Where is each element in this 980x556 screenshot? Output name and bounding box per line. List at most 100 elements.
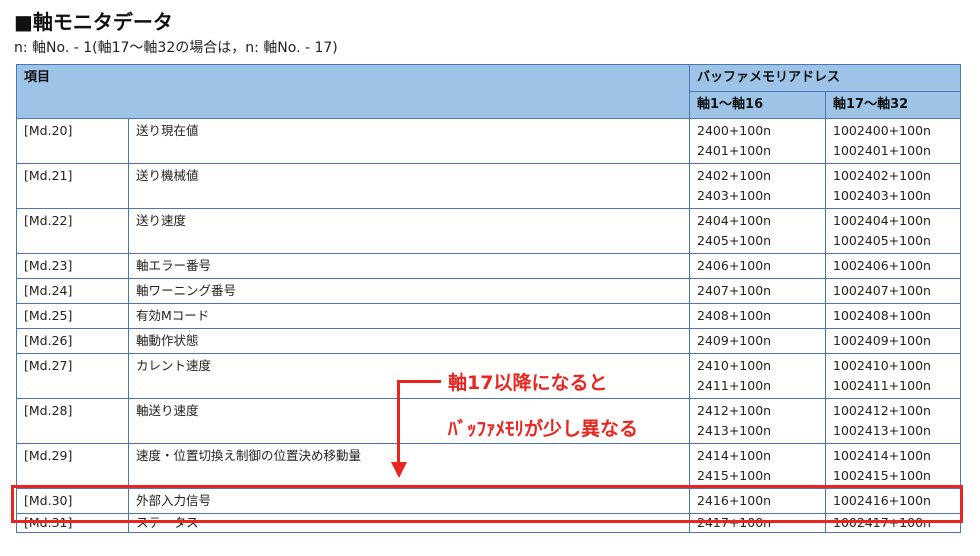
address-line: 2400+100n bbox=[697, 123, 772, 138]
row-name: 送り速度 bbox=[127, 208, 691, 254]
row-address-axis-17-32: 1002416+100n bbox=[825, 488, 962, 514]
address-line: 1002411+100n bbox=[833, 378, 931, 393]
header-axis-1-16: 軸1〜軸16 bbox=[689, 91, 827, 119]
address-line: 2416+100n bbox=[697, 493, 772, 508]
address-line: 2407+100n bbox=[697, 283, 772, 298]
row-name: 軸エラー番号 bbox=[127, 253, 691, 279]
address-line: 2413+100n bbox=[697, 423, 772, 438]
row-address-axis-17-32: 1002406+100n bbox=[825, 253, 962, 279]
page-subtitle: n: 軸No. - 1(軸17〜軸32の場合は，n: 軸No. - 17) bbox=[14, 40, 338, 56]
row-address-axis-17-32: 1002404+100n 1002405+100n bbox=[825, 208, 962, 254]
row-name: 送り機械値 bbox=[127, 163, 691, 209]
address-line: 1002405+100n bbox=[833, 233, 931, 248]
address-line: 1002402+100n bbox=[833, 168, 931, 183]
header-buffer-memory: バッファメモリアドレス bbox=[689, 64, 962, 92]
address-line: 2409+100n bbox=[697, 333, 772, 348]
table-row: [Md.24] 軸ワーニング番号 2407+100n 1002407+100n bbox=[16, 278, 962, 304]
row-code: [Md.21] bbox=[16, 163, 129, 209]
table-row: [Md.29] 速度・位置切換え制御の位置決め移動量 2414+100n 2415+1… bbox=[16, 443, 962, 489]
row-address-axis-1-16: 2414+100n 2415+100n bbox=[689, 443, 827, 489]
row-address-axis-1-16: 2416+100n bbox=[689, 488, 827, 514]
axis-monitor-table: 項目 バッファメモリアドレス 軸1〜軸16 軸17〜軸32 [Md.20] 送り現… bbox=[15, 64, 962, 533]
row-code: [Md.24] bbox=[16, 278, 129, 304]
row-name: 軸ワーニング番号 bbox=[127, 278, 691, 304]
row-address-axis-17-32: 1002409+100n bbox=[825, 328, 962, 354]
row-address-axis-1-16: 2409+100n bbox=[689, 328, 827, 354]
address-line: 2417+100n bbox=[697, 515, 772, 530]
annotation-line-2: ﾊﾞｯﾌｧﾒﾓﾘが少し異なる bbox=[448, 418, 639, 440]
row-address-axis-17-32: 1002408+100n bbox=[825, 303, 962, 329]
row-code: [Md.25] bbox=[16, 303, 129, 329]
address-line: 1002414+100n bbox=[833, 448, 931, 463]
row-code: [Md.26] bbox=[16, 328, 129, 354]
address-line: 1002413+100n bbox=[833, 423, 931, 438]
row-address-axis-1-16: 2406+100n bbox=[689, 253, 827, 279]
address-line: 1002406+100n bbox=[833, 258, 931, 273]
address-line: 1002400+100n bbox=[833, 123, 931, 138]
annotation-arrow-vertical bbox=[397, 382, 400, 466]
address-line: 1002415+100n bbox=[833, 468, 931, 483]
address-line: 2405+100n bbox=[697, 233, 772, 248]
address-line: 2401+100n bbox=[697, 143, 772, 158]
row-address-axis-17-32: 1002402+100n 1002403+100n bbox=[825, 163, 962, 209]
table-row: [Md.21] 送り機械値 2402+100n 2403+100n 1002402+10… bbox=[16, 163, 962, 209]
row-code: [Md.28] bbox=[16, 398, 129, 444]
address-line: 1002409+100n bbox=[833, 333, 931, 348]
table-row: [Md.30] 外部入力信号 2416+100n 1002416+100n bbox=[16, 488, 962, 514]
row-name: 外部入力信号 bbox=[127, 488, 691, 514]
address-line: 2414+100n bbox=[697, 448, 772, 463]
address-line: 1002403+100n bbox=[833, 188, 931, 203]
row-code: [Md.29] bbox=[16, 443, 129, 489]
table-body: [Md.20] 送り現在値 2400+100n 2401+100n 1002400+10… bbox=[16, 118, 962, 533]
arrow-down-icon bbox=[391, 462, 407, 478]
row-address-axis-1-16: 2407+100n bbox=[689, 278, 827, 304]
table-row: [Md.25] 有効Mコード 2408+100n 1002408+100n bbox=[16, 303, 962, 329]
row-code: [Md.27] bbox=[16, 353, 129, 399]
row-code: [Md.31] bbox=[16, 513, 129, 533]
row-address-axis-17-32: 1002412+100n 1002413+100n bbox=[825, 398, 962, 444]
table-row: [Md.26] 軸動作状態 2409+100n 1002409+100n bbox=[16, 328, 962, 354]
header-axis-17-32: 軸17〜軸32 bbox=[825, 91, 962, 119]
address-line: 1002410+100n bbox=[833, 358, 931, 373]
row-address-axis-1-16: 2410+100n 2411+100n bbox=[689, 353, 827, 399]
row-name: 軸動作状態 bbox=[127, 328, 691, 354]
address-line: 2404+100n bbox=[697, 213, 772, 228]
header-item: 項目 bbox=[15, 64, 691, 119]
row-address-axis-17-32: 1002410+100n 1002411+100n bbox=[825, 353, 962, 399]
row-address-axis-1-16: 2402+100n 2403+100n bbox=[689, 163, 827, 209]
row-code: [Md.22] bbox=[16, 208, 129, 254]
table-row: [Md.20] 送り現在値 2400+100n 2401+100n 1002400+10… bbox=[16, 118, 962, 164]
address-line: 2415+100n bbox=[697, 468, 772, 483]
table-row: [Md.22] 送り速度 2404+100n 2405+100n 1002404+100… bbox=[16, 208, 962, 254]
row-name: 送り現在値 bbox=[127, 118, 691, 164]
address-line: 1002412+100n bbox=[833, 403, 931, 418]
address-line: 2410+100n bbox=[697, 358, 772, 373]
row-address-axis-17-32: 1002400+100n 1002401+100n bbox=[825, 118, 962, 164]
table-row: [Md.31] ステータス 2417+100n 1002417+100n bbox=[16, 513, 962, 533]
address-line: 1002401+100n bbox=[833, 143, 931, 158]
row-name: ステータス bbox=[127, 513, 691, 533]
page-title: ■軸モニタデータ bbox=[14, 10, 173, 34]
address-line: 2406+100n bbox=[697, 258, 772, 273]
address-line: 2412+100n bbox=[697, 403, 772, 418]
row-code: [Md.30] bbox=[16, 488, 129, 514]
row-address-axis-1-16: 2408+100n bbox=[689, 303, 827, 329]
row-address-axis-1-16: 2417+100n bbox=[689, 513, 827, 533]
address-line: 2403+100n bbox=[697, 188, 772, 203]
row-name: 速度・位置切換え制御の位置決め移動量 bbox=[127, 443, 691, 489]
row-code: [Md.20] bbox=[16, 118, 129, 164]
address-line: 1002407+100n bbox=[833, 283, 931, 298]
address-line: 2408+100n bbox=[697, 308, 772, 323]
row-code: [Md.23] bbox=[16, 253, 129, 279]
row-address-axis-17-32: 1002414+100n 1002415+100n bbox=[825, 443, 962, 489]
row-name: 有効Mコード bbox=[127, 303, 691, 329]
address-line: 1002416+100n bbox=[833, 493, 931, 508]
address-line: 2402+100n bbox=[697, 168, 772, 183]
row-address-axis-1-16: 2412+100n 2413+100n bbox=[689, 398, 827, 444]
address-line: 1002417+100n bbox=[833, 515, 931, 530]
annotation-arrow-horizontal bbox=[397, 380, 441, 383]
row-address-axis-17-32: 1002407+100n bbox=[825, 278, 962, 304]
table-row: [Md.23] 軸エラー番号 2406+100n 1002406+100n bbox=[16, 253, 962, 279]
address-line: 1002408+100n bbox=[833, 308, 931, 323]
row-address-axis-17-32: 1002417+100n bbox=[825, 513, 962, 533]
